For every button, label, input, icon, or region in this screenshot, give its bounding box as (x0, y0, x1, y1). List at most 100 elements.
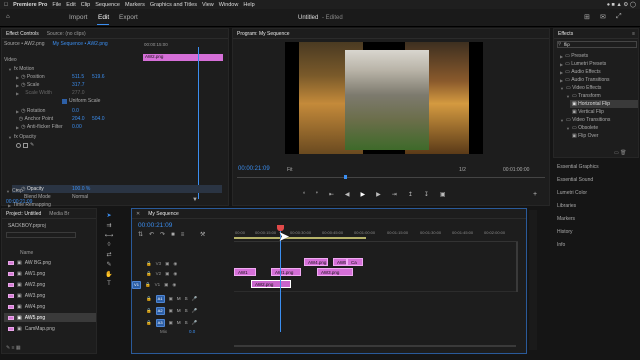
extract-icon[interactable]: ↧ (424, 191, 429, 198)
track-label-v3[interactable]: V3 (156, 261, 162, 266)
lock-icon[interactable]: 🔒 (146, 271, 152, 277)
menu-help[interactable]: Help (243, 2, 254, 8)
solo-button[interactable]: S (185, 296, 188, 301)
menu-markers[interactable]: Markers (125, 2, 145, 8)
antiflicker-value[interactable]: 0.00 (72, 124, 82, 130)
track-label-v1[interactable]: V1 (155, 282, 161, 287)
sync-lock-icon[interactable]: ▣ (169, 296, 173, 302)
effects-item-obsolete[interactable]: Obsolete (578, 125, 598, 131)
section-lumetri-color[interactable]: Lumetri Color (557, 189, 587, 197)
panel-menu-icon[interactable]: ≡ (632, 31, 635, 37)
section-essential-sound[interactable]: Essential Sound (557, 176, 593, 184)
go-to-in-icon[interactable]: ⇤ (329, 191, 334, 198)
home-icon[interactable]: ⌂ (6, 14, 10, 20)
section-markers[interactable]: Markers (557, 215, 575, 223)
timeline-timecode[interactable]: 00:00:21:09 (138, 222, 172, 229)
tab-project[interactable]: Project: Untitled (6, 211, 41, 217)
project-item[interactable]: AW5.png (25, 315, 45, 321)
effects-item-horizontal-flip[interactable]: Horizontal Flip (578, 101, 610, 107)
clip-aw1-png[interactable]: AW1.png (271, 268, 301, 276)
stopwatch-icon[interactable]: ◷ (19, 116, 23, 122)
lock-icon[interactable]: 🔒 (146, 296, 152, 302)
mark-in-icon[interactable]: ❛ (303, 191, 305, 198)
sync-lock-icon[interactable]: ▣ (165, 261, 169, 267)
sync-lock-icon[interactable]: ▣ (165, 271, 169, 277)
project-item[interactable]: AW BG.png (25, 260, 51, 266)
video-track-scrollbar[interactable] (516, 242, 518, 292)
rect-mask-icon[interactable] (23, 142, 28, 148)
project-item[interactable]: AW2.png (25, 282, 45, 288)
blend-mode-select[interactable]: Normal (72, 194, 88, 200)
track-label-a2[interactable]: A2 (155, 306, 165, 315)
menu-window[interactable]: Window (219, 2, 239, 8)
effects-item-video-transitions[interactable]: Video Transitions (572, 117, 610, 123)
lock-icon[interactable]: 🔒 (146, 308, 152, 314)
mute-button[interactable]: M (177, 296, 181, 301)
lock-icon[interactable]: 🔒 (146, 320, 152, 326)
eye-icon[interactable]: ◉ (173, 271, 177, 277)
menu-file[interactable]: File (52, 2, 61, 8)
resolution-select[interactable]: 1/2 (459, 167, 466, 173)
program-title[interactable]: Program: My Sequence (237, 31, 290, 37)
mic-icon[interactable]: 🎤 (192, 308, 198, 314)
tab-edit[interactable]: Edit (98, 14, 109, 21)
mic-icon[interactable]: 🎤 (192, 320, 198, 326)
effects-search-input[interactable]: flip (557, 41, 637, 48)
opacity-section[interactable]: Opacity (19, 134, 36, 140)
track-label-v2[interactable]: V2 (156, 271, 162, 276)
stopwatch-icon[interactable]: ◷ (21, 74, 25, 80)
pen-mask-icon[interactable]: ✎ (30, 142, 34, 148)
clip-ca[interactable]: Ca (347, 258, 363, 266)
clip-chip[interactable]: AW2.png (143, 54, 223, 61)
program-playhead[interactable] (344, 175, 347, 179)
clip-aw4[interactable]: AW4.png (304, 258, 328, 266)
solo-button[interactable]: S (185, 320, 188, 325)
position-y[interactable]: 519.6 (92, 74, 105, 80)
tab-media-browser[interactable]: Media Br (49, 211, 69, 217)
eye-icon[interactable]: ◉ (172, 282, 176, 288)
clip-aw3[interactable]: AW3.png (317, 268, 353, 276)
timeline-scrollbar[interactable] (234, 345, 516, 347)
effects-item-flip-over[interactable]: Flip Over (578, 133, 598, 139)
crop-label[interactable]: Crop (12, 188, 23, 194)
new-bin-icon[interactable]: ▭ 🗑 (614, 150, 626, 156)
filter-icon[interactable]: ▼ (192, 197, 198, 203)
clip-aw2[interactable]: AW2.png (251, 280, 291, 288)
menu-sequence[interactable]: Sequence (95, 2, 120, 8)
workspace-icon[interactable]: ⊞ (584, 13, 590, 21)
project-item[interactable]: AW4.png (25, 304, 45, 310)
close-icon[interactable]: ✕ (136, 211, 140, 217)
ripple-edit-tool-icon[interactable]: ⟷ (105, 232, 114, 239)
menu-clip[interactable]: Clip (81, 2, 90, 8)
sync-lock-icon[interactable]: ▣ (169, 308, 173, 314)
slip-tool-icon[interactable]: ⇄ (106, 251, 111, 258)
menu-edit[interactable]: Edit (66, 2, 75, 8)
project-item[interactable]: CamMap.png (25, 326, 55, 332)
section-libraries[interactable]: Libraries (557, 202, 576, 210)
program-timecode[interactable]: 00:00:21:09 (238, 166, 270, 172)
go-to-out-icon[interactable]: ⇥ (392, 191, 397, 198)
pen-tool-icon[interactable]: ✎ (106, 261, 111, 268)
sync-lock-icon[interactable]: ▣ (169, 320, 173, 326)
effects-item-presets[interactable]: Presets (571, 53, 588, 59)
anchor-x[interactable]: 204.0 (72, 116, 85, 122)
tab-export[interactable]: Export (119, 14, 138, 21)
mute-button[interactable]: M (177, 320, 181, 325)
menu-graphics[interactable]: Graphics and Titles (150, 2, 197, 8)
video-canvas[interactable] (285, 42, 483, 154)
timeline-tool-icons[interactable]: ⇅↶↷■≡ (138, 231, 190, 238)
uniform-scale-checkbox[interactable] (62, 98, 67, 104)
effects-item-audio-effects[interactable]: Audio Effects (571, 69, 600, 75)
track-label-a3[interactable]: A3 (155, 318, 165, 327)
project-item[interactable]: AW3.png (25, 293, 45, 299)
section-history[interactable]: History (557, 228, 573, 236)
motion-label[interactable]: Motion (19, 66, 34, 72)
stopwatch-icon[interactable]: ◷ (21, 108, 25, 114)
effects-item-transform[interactable]: Transform (578, 93, 601, 99)
track-label-a1[interactable]: A1 (155, 294, 165, 303)
wrench-icon[interactable]: ⚒ (200, 231, 205, 238)
selection-tool-icon[interactable]: ➤ (106, 212, 111, 219)
anchor-y[interactable]: 504.0 (92, 116, 105, 122)
stopwatch-icon[interactable]: ◷ (21, 124, 25, 130)
ellipse-mask-icon[interactable] (16, 142, 21, 148)
